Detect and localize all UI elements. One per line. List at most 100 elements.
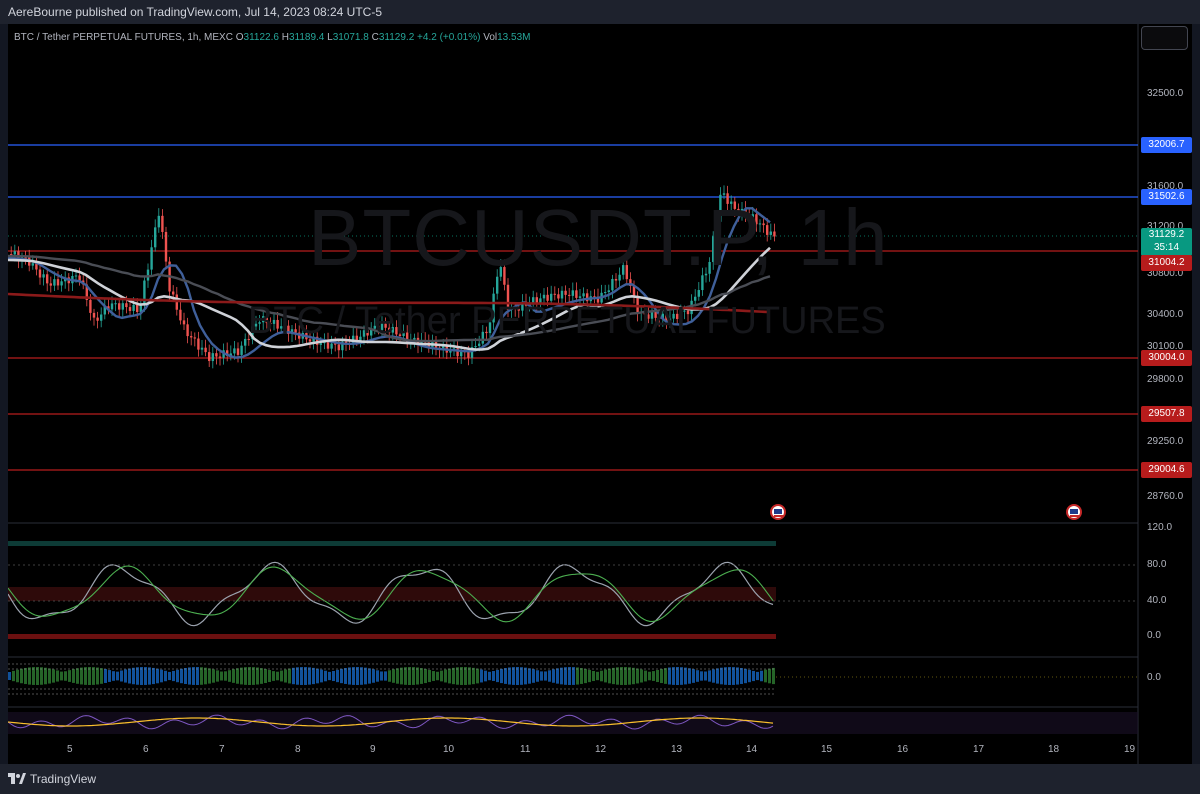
candle-body (478, 343, 481, 347)
candle-body (42, 274, 45, 278)
wave-bar (76, 668, 79, 684)
candle-body (118, 303, 121, 310)
wave-bar (452, 667, 455, 685)
wave-bar (644, 670, 647, 682)
chart-area[interactable]: BTCUSDT.P, 1h BTC / Tether PERPETUAL FUT… (8, 24, 1192, 764)
time-tick: 9 (370, 744, 376, 755)
wave-bar (520, 667, 523, 685)
wave-bar (276, 671, 279, 681)
level-label-29507[interactable]: 29507.8 (1141, 406, 1192, 422)
us-flag-icon[interactable] (1066, 504, 1082, 520)
current-price-label[interactable]: 31129.2 35:14 (1141, 228, 1192, 256)
time-tick: 11 (520, 744, 531, 755)
wave-bar (432, 671, 435, 681)
level-label-32006[interactable]: 32006.7 (1141, 137, 1192, 153)
wave-bar (408, 667, 411, 685)
level-label-31502[interactable]: 31502.6 (1141, 189, 1192, 205)
wave-bar (456, 667, 459, 685)
wave-bar (464, 667, 467, 685)
candle-body (49, 283, 52, 286)
chart-canvas[interactable] (8, 24, 1192, 764)
wave-bar (12, 670, 15, 682)
wave-bar (72, 669, 75, 683)
wave-bar (636, 668, 639, 684)
candle-body (74, 275, 78, 277)
wave-bar (176, 669, 179, 683)
wave-bar (472, 667, 475, 685)
price-tick: 28760.0 (1147, 491, 1184, 502)
candle-body (467, 351, 470, 358)
wave-bar (320, 669, 323, 683)
wave-bar (84, 667, 87, 685)
wave-bar (712, 669, 715, 683)
wave-bar (616, 667, 619, 685)
us-flag-icon[interactable] (770, 504, 786, 520)
candle-body (125, 303, 128, 308)
open-label: O (235, 32, 244, 43)
wave-bar (184, 667, 187, 685)
wave-bar (660, 668, 663, 684)
symbol-legend[interactable]: BTC / Tether PERPETUAL FUTURES, 1h, MEXC… (14, 32, 530, 43)
candle-body (215, 353, 218, 357)
wave-bar (112, 671, 115, 681)
candle-body (240, 345, 243, 355)
wave-bar (268, 669, 271, 683)
wave-bar (188, 667, 191, 685)
wave-bar (716, 668, 719, 684)
bar-countdown: 35:14 (1153, 242, 1180, 253)
candle-body (200, 347, 204, 350)
candle-body (697, 290, 700, 297)
wave-bar (540, 671, 543, 681)
candle-body (38, 269, 42, 278)
candle-body (578, 296, 582, 298)
candle-body (78, 275, 81, 281)
symbol-description-watermark: BTC / Tether PERPETUAL FUTURES (248, 300, 886, 342)
price-tick: 30400.0 (1147, 309, 1184, 320)
candle-body (53, 279, 56, 286)
chart-options-button[interactable] (1141, 26, 1188, 50)
wave-bar (608, 668, 611, 684)
wave-bar (148, 667, 151, 685)
wave-bar (368, 668, 371, 684)
candle-body (161, 215, 164, 232)
wave-bar (88, 667, 91, 685)
candle-body (233, 348, 236, 354)
wave-bar (524, 667, 527, 685)
wave-bar (480, 669, 483, 683)
wave-bar (604, 669, 607, 683)
wave-bar (528, 668, 531, 684)
wave-bar (448, 668, 451, 684)
level-label-30004[interactable]: 30004.0 (1141, 350, 1192, 366)
wave-bar (244, 667, 247, 685)
candle-body (604, 292, 607, 294)
candle-body (100, 314, 103, 321)
wave-bar (772, 667, 775, 685)
wave-bar (104, 669, 107, 683)
wave-bar (400, 667, 403, 685)
wave-bar (420, 668, 423, 684)
wave-bar (552, 669, 555, 683)
wave-bar (56, 670, 59, 682)
level-label-29004[interactable]: 29004.6 (1141, 462, 1192, 478)
wave-bar (60, 671, 63, 681)
level-label-31004[interactable]: 31004.2 (1141, 255, 1192, 271)
brand-name: TradingView (30, 772, 97, 786)
wave-bar (756, 671, 759, 681)
wave-bar (212, 669, 215, 683)
candle-body (557, 294, 560, 299)
price-tick: 32500.0 (1147, 88, 1184, 99)
wave-bar (740, 668, 743, 684)
wave-bar (284, 669, 287, 683)
wave-bar (764, 669, 767, 683)
wave-bar (592, 670, 595, 682)
lower-band (8, 712, 1138, 734)
wave-bar (744, 668, 747, 684)
tradingview-brand[interactable]: TradingView (8, 772, 96, 786)
wave-bar (24, 667, 27, 685)
wave-bar (564, 667, 567, 685)
wave-bar (336, 669, 339, 683)
wave-bar (196, 667, 199, 685)
time-tick: 10 (443, 744, 455, 755)
wave-bar (588, 669, 591, 683)
time-tick: 19 (1124, 744, 1136, 755)
